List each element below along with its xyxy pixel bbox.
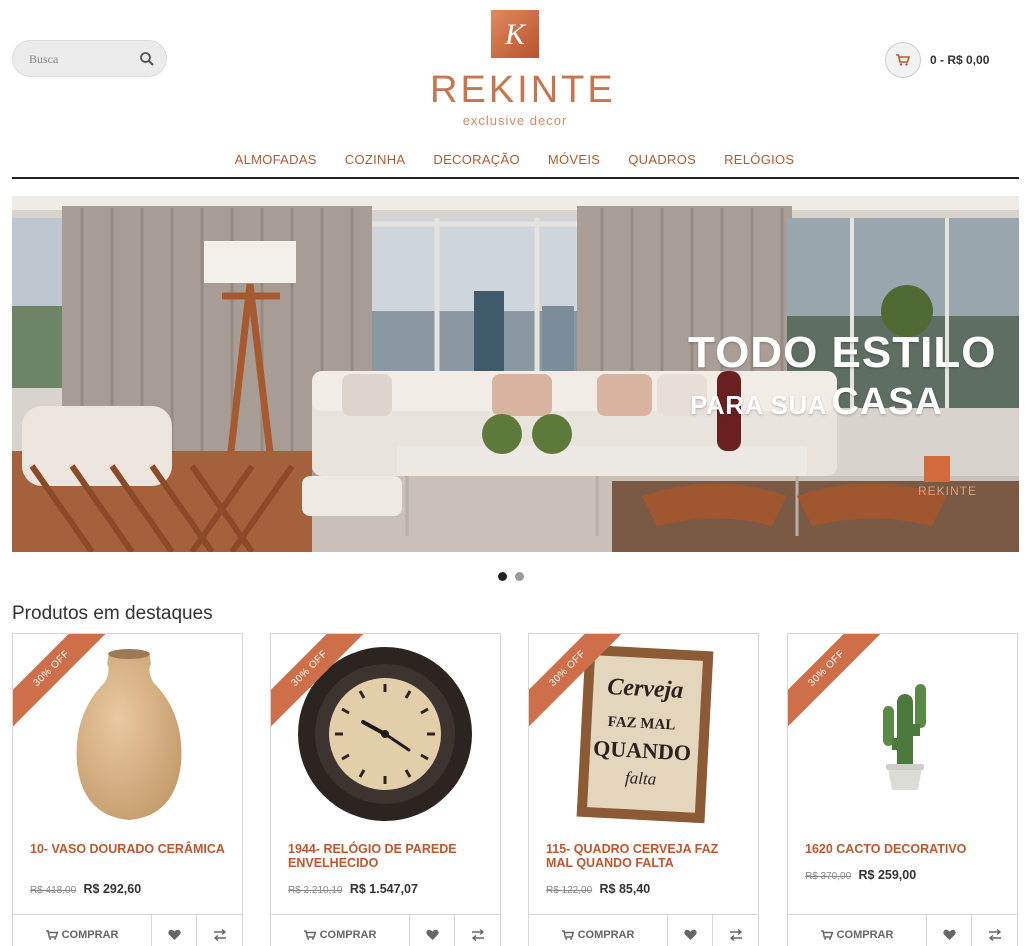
compare-icon <box>729 929 742 941</box>
compare-button[interactable] <box>972 915 1017 946</box>
product-name[interactable]: 10- VASO DOURADO CERÂMICA <box>30 842 230 856</box>
product-price: R$ 418,00 R$ 292,60 <box>30 882 141 896</box>
compare-button[interactable] <box>455 915 500 946</box>
cart-icon[interactable] <box>885 42 921 78</box>
nav-item-decoracao[interactable]: DECORAÇÃO <box>419 148 534 174</box>
product-actions: COMPRAR <box>271 914 500 946</box>
nav-item-relogios[interactable]: RELÓGIOS <box>710 148 808 174</box>
main-nav: ALMOFADAS COZINHA DECORAÇÃO MÓVEIS QUADR… <box>0 148 1029 174</box>
banner-subheadline: PARA SUA CASA <box>690 382 943 430</box>
buy-button-label: COMPRAR <box>836 929 894 941</box>
product-actions: COMPRAR <box>788 914 1017 946</box>
product-new-price: R$ 259,00 <box>858 868 917 882</box>
carousel-dot-2[interactable] <box>515 572 524 581</box>
frame-text-line-3: QUANDO <box>593 735 692 765</box>
cart-button[interactable]: 0 - R$ 0,00 <box>885 42 1015 78</box>
hero-banner[interactable]: TODO ESTILO PARA SUA CASA REKINTE <box>12 196 1019 552</box>
wishlist-button[interactable] <box>410 915 455 946</box>
product-grid: 30% OFF 10- VASO DOURADO CERÂMICA R$ 418… <box>12 633 1019 946</box>
banner-headline: TODO ESTILO <box>688 328 997 377</box>
nav-item-moveis[interactable]: MÓVEIS <box>534 148 614 174</box>
site-logo[interactable]: K REKINTE exclusive decor <box>430 10 616 130</box>
heart-icon <box>942 929 956 940</box>
product-new-price: R$ 292,60 <box>83 882 142 896</box>
product-actions: COMPRAR <box>13 914 242 946</box>
product-new-price: R$ 1.547,07 <box>349 882 418 896</box>
compare-icon <box>213 929 226 941</box>
product-card[interactable]: 30% OFF 1944- RELÓGIO DE PAREDE ENVELHEC… <box>270 633 501 946</box>
compare-button[interactable] <box>197 915 242 946</box>
buy-button[interactable]: COMPRAR <box>13 915 152 946</box>
site-header: K REKINTE exclusive decor 0 - R$ 0,00 AL… <box>0 0 1029 179</box>
compare-icon <box>988 929 1001 941</box>
heart-icon <box>167 929 181 940</box>
product-price: R$ 370,00 R$ 259,00 <box>805 868 916 882</box>
search-input[interactable] <box>29 50 139 68</box>
product-name[interactable]: 115- QUADRO CERVEJA FAZ MAL QUANDO FALTA <box>546 842 746 870</box>
product-old-price: R$ 122,00 <box>546 885 593 896</box>
cart-icon <box>820 930 833 940</box>
nav-item-almofadas[interactable]: ALMOFADAS <box>221 148 331 174</box>
product-card[interactable]: 30% OFF 1620 CACTO DECORATIVO R$ 370,00 … <box>787 633 1018 946</box>
compare-icon <box>471 929 484 941</box>
banner-subheadline-big: CASA <box>831 381 944 423</box>
wishlist-button[interactable] <box>668 915 713 946</box>
cart-icon <box>45 930 58 940</box>
nav-item-quadros[interactable]: QUADROS <box>614 148 710 174</box>
compare-button[interactable] <box>713 915 758 946</box>
carousel-dots <box>498 572 538 584</box>
product-card[interactable]: 30% OFF 10- VASO DOURADO CERÂMICA R$ 418… <box>12 633 243 946</box>
buy-button-label: COMPRAR <box>577 929 635 941</box>
product-actions: COMPRAR <box>529 914 758 946</box>
product-price: R$ 2.210,10 R$ 1.547,07 <box>288 882 418 896</box>
search-icon[interactable] <box>138 50 156 68</box>
cart-icon <box>561 930 574 940</box>
product-name[interactable]: 1944- RELÓGIO DE PAREDE ENVELHECIDO <box>288 842 488 870</box>
heart-icon <box>425 929 439 940</box>
buy-button-label: COMPRAR <box>61 929 119 941</box>
wishlist-button[interactable] <box>927 915 972 946</box>
product-card[interactable]: Cerveja FAZ MAL QUANDO falta 30% OFF 115… <box>528 633 759 946</box>
logo-tagline: exclusive decor <box>462 113 568 128</box>
nav-item-cozinha[interactable]: COZINHA <box>331 148 420 174</box>
buy-button-label: COMPRAR <box>319 929 377 941</box>
buy-button[interactable]: COMPRAR <box>271 915 410 946</box>
logo-mark: K <box>491 10 539 58</box>
banner-watermark-mark <box>924 456 950 482</box>
frame-text-line-4: falta <box>625 768 657 789</box>
logo-wordmark: REKINTE <box>430 69 616 111</box>
logo-mark-letter: K <box>504 18 527 51</box>
product-old-price: R$ 418,00 <box>30 885 77 896</box>
buy-button[interactable]: COMPRAR <box>529 915 668 946</box>
heart-icon <box>683 929 697 940</box>
product-old-price: R$ 370,00 <box>805 871 852 882</box>
section-title: Produtos em destaques <box>12 603 213 624</box>
carousel-dot-1[interactable] <box>498 572 507 581</box>
search-box <box>12 40 167 77</box>
cart-icon <box>303 930 316 940</box>
nav-divider <box>12 177 1019 179</box>
product-name[interactable]: 1620 CACTO DECORATIVO <box>805 842 1005 856</box>
banner-watermark-text: REKINTE <box>918 484 978 498</box>
frame-text-line-1: Cerveja <box>607 674 684 704</box>
wishlist-button[interactable] <box>152 915 197 946</box>
cart-summary[interactable]: 0 - R$ 0,00 <box>930 53 989 67</box>
product-price: R$ 122,00 R$ 85,40 <box>546 882 650 896</box>
product-old-price: R$ 2.210,10 <box>288 885 343 896</box>
banner-subheadline-small: PARA SUA <box>690 390 827 420</box>
product-new-price: R$ 85,40 <box>599 882 651 896</box>
buy-button[interactable]: COMPRAR <box>788 915 927 946</box>
